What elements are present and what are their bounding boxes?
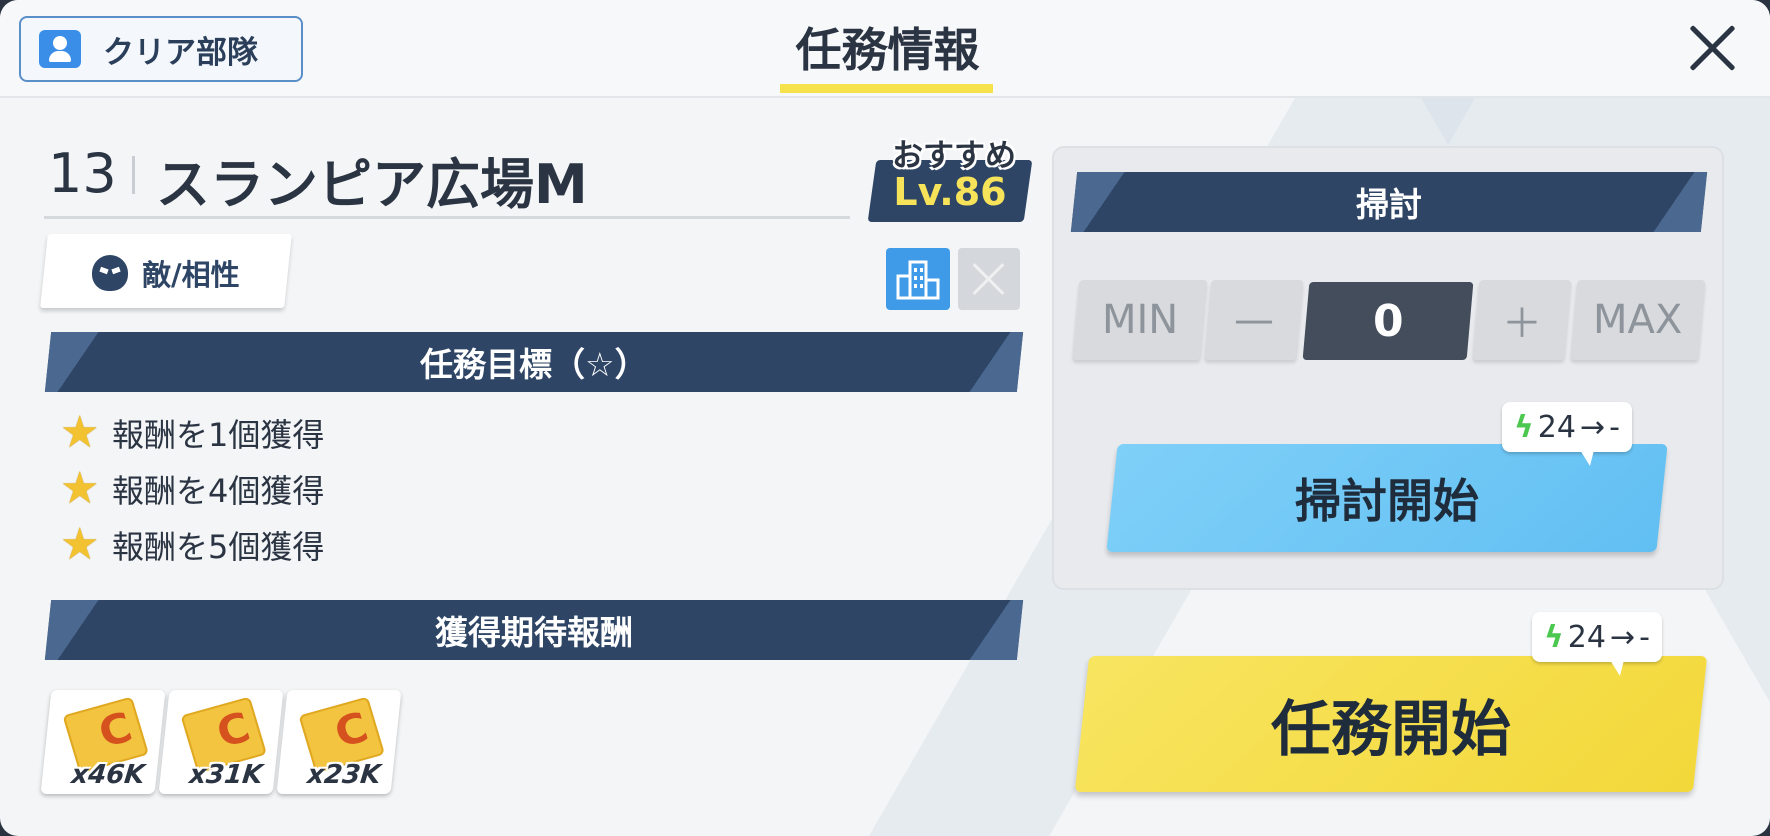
objective-item: ★ 報酬を1個獲得	[60, 410, 324, 456]
objective-label: 報酬を1個獲得	[112, 416, 325, 454]
minus-icon: —	[1234, 297, 1274, 343]
objective-label: 報酬を4個獲得	[112, 472, 325, 510]
min-button[interactable]: MIN	[1072, 280, 1208, 360]
plus-icon: ＋	[1502, 301, 1542, 347]
sweep-header: 掃討	[1070, 172, 1708, 232]
objective-item: ★ 報酬を4個獲得	[60, 466, 324, 512]
divider	[44, 216, 850, 219]
building-icon[interactable]	[886, 248, 950, 310]
lightning-icon: ϟ	[1514, 409, 1534, 445]
star-icon: ★	[60, 463, 100, 514]
cost-value: 24	[1537, 409, 1576, 445]
reward-item[interactable]: x46K	[40, 690, 166, 794]
mission-info-window: クリア部隊 任務情報 13 スランピア広場M おすすめ Lv.86 敵/相性 任…	[0, 0, 1770, 836]
mission-start-label: 任務開始	[1271, 694, 1511, 765]
minus-button[interactable]: —	[1204, 280, 1304, 360]
reward-quantity: x46K	[69, 760, 147, 790]
close-icon[interactable]	[1684, 20, 1740, 76]
objective-item: ★ 報酬を5個獲得	[60, 522, 324, 568]
objectives-header-label: 任務目標（☆）	[420, 345, 648, 384]
cost-value: 24	[1567, 619, 1606, 655]
clear-team-label: クリア部隊	[103, 34, 258, 71]
rewards-header-label: 獲得期待報酬	[435, 613, 633, 652]
enemy-affinity-label: 敵/相性	[142, 258, 240, 292]
clear-team-button[interactable]: クリア部隊	[19, 16, 303, 82]
mission-start-button[interactable]: 任務開始	[1074, 656, 1708, 792]
sweep-start-label: 掃討開始	[1295, 474, 1479, 528]
reward-item[interactable]: x23K	[276, 690, 402, 794]
stage-number: 13	[48, 142, 117, 205]
max-label: MAX	[1593, 297, 1683, 343]
reward-quantity: x31K	[187, 760, 265, 790]
reward-item[interactable]: x31K	[158, 690, 284, 794]
lightning-icon: ϟ	[1544, 619, 1564, 655]
divider	[132, 156, 135, 194]
sweep-count-value: 0	[1372, 295, 1404, 347]
plus-button[interactable]: ＋	[1472, 280, 1572, 360]
sweep-header-label: 掃討	[1356, 185, 1422, 224]
reward-quantity: x23K	[305, 760, 383, 790]
objectives-header: 任務目標（☆）	[44, 332, 1024, 392]
min-label: MIN	[1101, 297, 1179, 343]
star-icon: ★	[60, 519, 100, 570]
sweep-cost-bubble: ϟ 24 → -	[1502, 402, 1632, 466]
cost-after: -	[1609, 409, 1620, 445]
stage-name: スランピア広場M	[156, 153, 588, 216]
max-button[interactable]: MAX	[1570, 280, 1706, 360]
star-icon: ★	[60, 407, 100, 458]
enemy-icon	[92, 255, 128, 291]
user-icon	[39, 30, 81, 68]
rewards-header: 獲得期待報酬	[44, 600, 1024, 660]
header: クリア部隊 任務情報	[0, 0, 1770, 98]
sweep-count: 0	[1302, 282, 1474, 360]
arrow-icon: →	[1579, 409, 1606, 445]
arrow-icon: →	[1609, 619, 1636, 655]
enemy-affinity-content[interactable]: 敵/相性	[92, 252, 240, 294]
page-title: 任務情報	[795, 23, 980, 77]
title-underline	[780, 84, 993, 93]
mission-cost-bubble: ϟ 24 → -	[1532, 612, 1662, 676]
cost-after: -	[1639, 619, 1650, 655]
disabled-close-icon	[958, 248, 1020, 310]
objective-label: 報酬を5個獲得	[112, 528, 325, 566]
recommend-label: おすすめ	[892, 138, 1016, 174]
recommend-level: Lv.86	[893, 170, 1007, 214]
